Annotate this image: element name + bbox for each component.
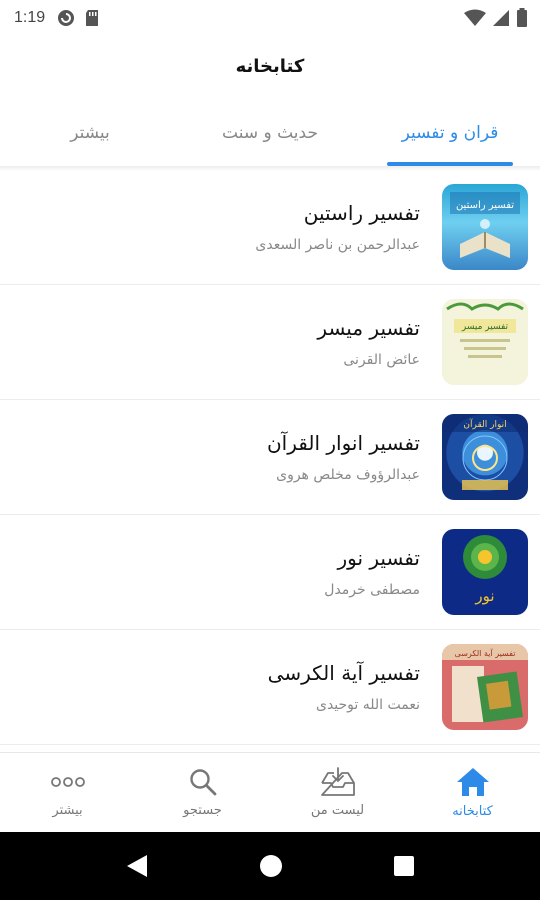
book-author: عائض القرنی xyxy=(343,352,420,368)
tab-hadith-sunnah[interactable]: حدیث و سنت xyxy=(180,100,360,166)
recents-icon[interactable] xyxy=(393,855,415,877)
book-list: تفسیر راستین تفسیر راستین عبدالرحمن بن ن… xyxy=(0,170,540,745)
list-item[interactable]: تفسیر آیة الكرسی تفسیر آیة الکرسی نعمت ا… xyxy=(0,630,540,745)
book-title: تفسیر راستین xyxy=(303,201,420,225)
list-item[interactable]: تفسیر میسر تفسیر میسر عائض القرنی xyxy=(0,285,540,400)
book-title: تفسیر نور xyxy=(337,546,420,570)
cell-signal-icon xyxy=(493,10,509,26)
list-item[interactable]: انوار القرآن تفسیر انوار القرآن عبدالرؤو… xyxy=(0,400,540,515)
category-tabs: قران و تفسیر حدیث و سنت بیشتر xyxy=(0,100,540,166)
bottom-navigation: کتابخانه لیست من جستجو بیشتر xyxy=(0,752,540,832)
book-author: عبدالرحمن بن ناصر السعدی xyxy=(255,237,420,253)
svg-text:تفسیر آیة الكرسی: تفسیر آیة الكرسی xyxy=(455,648,516,658)
status-time: 1:19 xyxy=(14,9,46,26)
book-title: تفسیر آیة الکرسی xyxy=(267,661,420,685)
tab-quran-tafsir[interactable]: قران و تفسیر xyxy=(360,100,540,166)
wifi-icon xyxy=(464,9,486,26)
nav-label: بیشتر xyxy=(52,803,83,818)
book-author: نعمت الله توحیدی xyxy=(315,697,420,713)
book-title: تفسیر انوار القرآن xyxy=(266,431,420,455)
nav-label: جستجو xyxy=(183,803,222,818)
sd-card-icon xyxy=(86,10,99,26)
search-icon xyxy=(189,769,216,796)
home-button-icon[interactable] xyxy=(259,854,283,878)
book-cover-image: تفسیر آیة الكرسی xyxy=(442,644,528,730)
nav-my-list[interactable]: لیست من xyxy=(270,753,405,832)
book-title: تفسیر میسر xyxy=(317,316,420,340)
nav-library[interactable]: کتابخانه xyxy=(405,753,540,832)
list-item[interactable]: نور تفسیر نور مصطفی خرمدل xyxy=(0,515,540,630)
svg-text:تفسیر میسر: تفسیر میسر xyxy=(461,322,509,332)
tab-more[interactable]: بیشتر xyxy=(0,100,180,166)
download-tray-icon xyxy=(320,767,355,796)
svg-text:نور: نور xyxy=(474,587,494,605)
book-cover-image: انوار القرآن xyxy=(442,414,528,500)
status-bar: 1:19 xyxy=(0,0,540,36)
more-dots-icon xyxy=(50,777,85,787)
svg-text:انوار القرآن: انوار القرآن xyxy=(463,418,506,430)
book-cover-image: نور xyxy=(442,529,528,615)
book-author: عبدالرؤوف مخلص هروی xyxy=(276,467,420,483)
book-author: مصطفی خرمدل xyxy=(324,582,420,598)
svg-text:تفسیر راستین: تفسیر راستین xyxy=(456,200,514,211)
back-icon[interactable] xyxy=(125,853,149,879)
system-navigation-bar xyxy=(0,832,540,900)
nav-label: کتابخانه xyxy=(452,804,493,819)
page-title: کتابخانه xyxy=(235,56,305,77)
nav-search[interactable]: جستجو xyxy=(135,753,270,832)
battery-icon xyxy=(517,8,527,27)
nav-more[interactable]: بیشتر xyxy=(0,753,135,832)
list-item[interactable]: تفسیر راستین تفسیر راستین عبدالرحمن بن ن… xyxy=(0,170,540,285)
book-cover-image: تفسیر راستین xyxy=(442,184,528,270)
pocket-casts-icon xyxy=(58,10,75,26)
book-cover-image: تفسیر میسر xyxy=(442,299,528,385)
home-icon xyxy=(456,768,489,796)
nav-label: لیست من xyxy=(310,803,365,818)
